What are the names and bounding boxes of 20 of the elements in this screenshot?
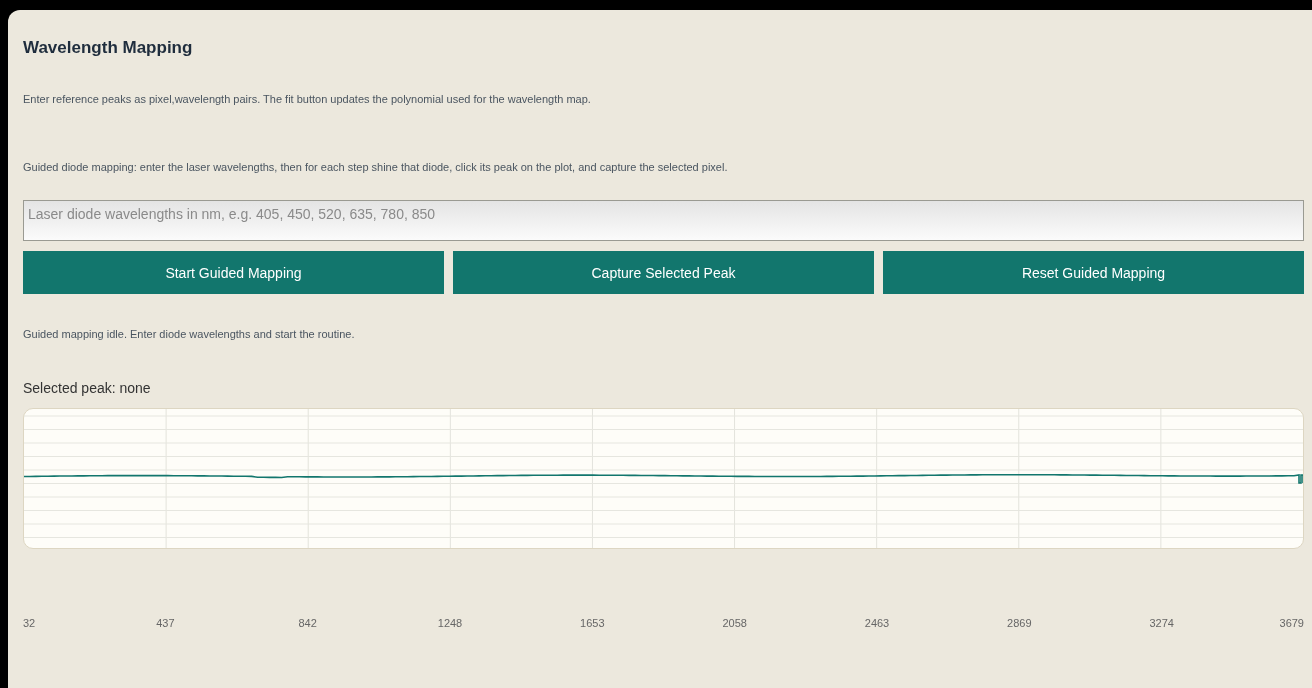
action-button[interactable]: Capture Selected Peak xyxy=(453,251,874,294)
axis-tick-label: 3274 xyxy=(1149,617,1174,629)
input-field[interactable]: Laser diode wavelengths in nm, e.g. 405, 450, 520, 635, 780, 850 xyxy=(23,200,1304,241)
axis-tick-label: 1653 xyxy=(580,617,605,629)
action-button[interactable]: Start Guided Mapping xyxy=(23,251,444,294)
section-title: Wavelength Mapping xyxy=(23,37,194,59)
axis-tick-label: 2058 xyxy=(722,617,747,629)
axis-tick-label: 2463 xyxy=(864,617,890,629)
axis-tick-label: 2869 xyxy=(1007,617,1032,629)
action-button[interactable]: Reset Guided Mapping xyxy=(883,251,1304,294)
axis-tick-label: 842 xyxy=(298,617,317,629)
instructions-text: Enter reference peaks as pixel,wavelength pairs. The fit button updates the polynomial used for the wavelength map. xyxy=(23,92,592,106)
status-text: Guided mapping idle. Enter diode wavelengths and start the routine. xyxy=(23,327,356,341)
axis-tick-label: 1248 xyxy=(437,617,463,629)
axis-tick-label: 32 xyxy=(23,617,36,629)
axis-tick-label: 437 xyxy=(156,617,175,629)
axis-tick-label: 3679 xyxy=(1279,617,1304,629)
selected-peak-label: Selected peak: none xyxy=(23,379,152,397)
plot-area[interactable] xyxy=(23,408,1304,549)
instructions-text: Guided diode mapping: enter the laser wavelengths, then for each step shine that diode, click its peak on the plot, and capture the selected pixel. xyxy=(23,160,729,174)
